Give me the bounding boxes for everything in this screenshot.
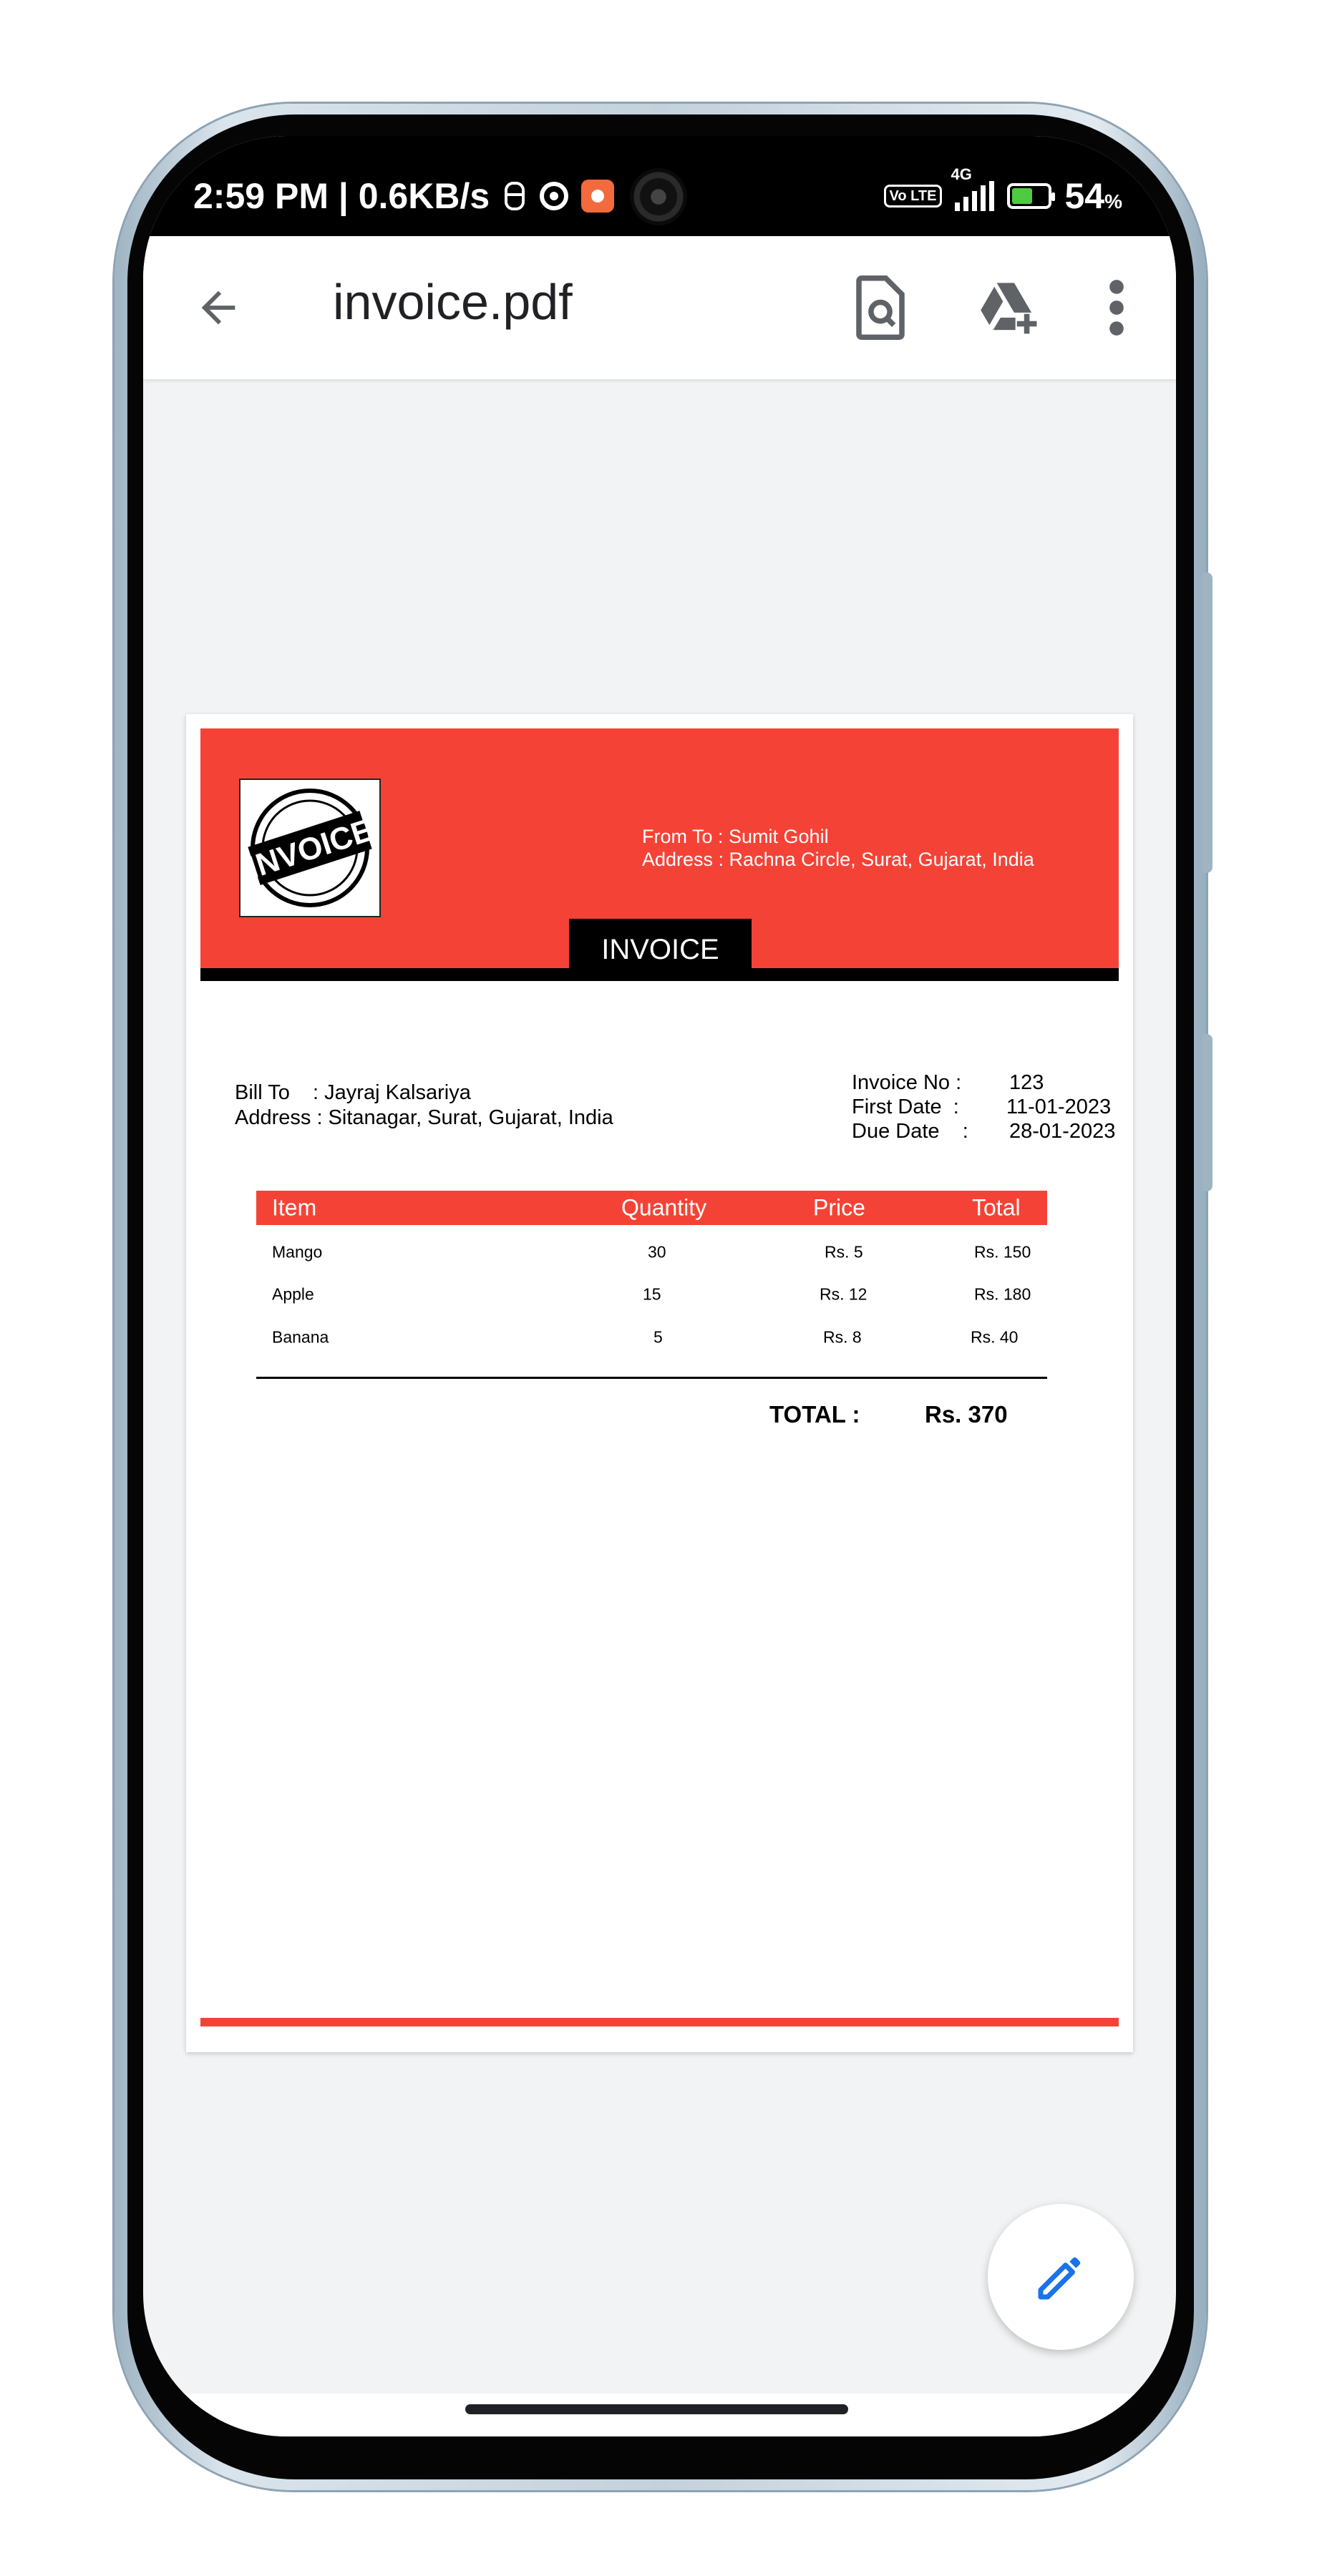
- page-title: invoice.pdf: [333, 274, 573, 330]
- add-to-drive-icon: [981, 283, 1037, 334]
- app-bar: invoice.pdf: [143, 236, 1176, 379]
- column-header: Price: [813, 1194, 865, 1221]
- bill-to-block: Bill To : Jayraj Kalsariya Address : Sit…: [235, 1080, 613, 1131]
- table-divider: [256, 1377, 1047, 1379]
- more-vert-icon: [1109, 280, 1124, 336]
- cell-total: Rs. 40: [971, 1327, 1019, 1347]
- footer-bar: [200, 2018, 1119, 2026]
- invoice-heading: INVOICE: [569, 919, 752, 980]
- front-camera: [630, 168, 687, 225]
- back-button[interactable]: [186, 275, 251, 340]
- invoice-meta: Invoice No : 123 First Date : 11-01-2023…: [852, 1070, 1115, 1143]
- cell-total: Rs. 150: [974, 1242, 1031, 1262]
- cell-quantity: 15: [643, 1284, 661, 1304]
- network-type: 4G: [951, 165, 972, 183]
- meta-row: First Date : 11-01-2023: [852, 1095, 1115, 1119]
- bill-to-name: Bill To : Jayraj Kalsariya: [235, 1081, 471, 1104]
- edit-pencil-icon: [1038, 2257, 1081, 2300]
- meta-value: 28-01-2023: [1009, 1120, 1116, 1143]
- power-button: [1202, 1034, 1212, 1191]
- table-row: Banana 5 Rs. 8 Rs. 40: [256, 1319, 1047, 1355]
- notification-icon: [502, 180, 527, 212]
- cell-quantity: 30: [648, 1242, 666, 1262]
- volte-icon: Vo LTE: [883, 185, 943, 208]
- cell-item: Mango: [272, 1242, 323, 1262]
- from-block: From To : Sumit Gohil Address : Rachna C…: [642, 825, 1034, 871]
- meta-row: Due Date : 28-01-2023: [852, 1119, 1115, 1143]
- bill-to-address: Address : Sitanagar, Surat, Gujarat, Ind…: [235, 1106, 613, 1129]
- app-notification-icon: [581, 180, 615, 213]
- chrome-icon: [540, 182, 569, 210]
- column-header: Total: [972, 1194, 1021, 1221]
- cell-price: Rs. 5: [825, 1242, 863, 1262]
- cell-total: Rs. 180: [974, 1284, 1031, 1304]
- column-header: Item: [272, 1194, 317, 1221]
- column-header: Quantity: [621, 1194, 707, 1221]
- status-bar: 2:59 PM | 0.6KB/s Vo LTE 4G 54%: [143, 136, 1176, 236]
- status-time-speed: 2:59 PM | 0.6KB/s: [193, 176, 490, 216]
- battery-percent: 54: [1064, 176, 1105, 216]
- battery-icon: [1007, 183, 1056, 209]
- screen: 2:59 PM | 0.6KB/s Vo LTE 4G 54% invoice.…: [143, 136, 1176, 2436]
- volume-button: [1202, 572, 1212, 873]
- invoice-logo: INVOICE: [239, 779, 381, 917]
- meta-row: Invoice No : 123: [852, 1070, 1115, 1095]
- find-in-page-icon: [856, 275, 905, 340]
- invoice-stamp-graphic: INVOICE: [246, 789, 374, 907]
- meta-label: First Date :: [852, 1096, 959, 1118]
- find-in-page-button[interactable]: [845, 272, 916, 343]
- meta-value: 11-01-2023: [1006, 1096, 1112, 1118]
- navigation-bar: [143, 2394, 1176, 2436]
- meta-label: Invoice No :: [852, 1071, 962, 1094]
- from-address: Address : Rachna Circle, Surat, Gujarat,…: [642, 849, 1034, 870]
- cell-item: Banana: [272, 1327, 329, 1347]
- pdf-page: INVOICE From To : Sumit Gohil Address : …: [186, 714, 1133, 2052]
- from-name: From To : Sumit Gohil: [642, 826, 829, 847]
- edit-fab-button[interactable]: [988, 2204, 1134, 2350]
- cell-quantity: 5: [653, 1327, 663, 1347]
- signal-icon: 4G: [951, 165, 995, 211]
- table-row: Apple 15 Rs. 12 Rs. 180: [256, 1277, 1047, 1312]
- cell-price: Rs. 12: [820, 1284, 868, 1304]
- cell-price: Rs. 8: [823, 1327, 862, 1347]
- table-header: Item Quantity Price Total: [256, 1191, 1047, 1225]
- meta-label: Due Date :: [852, 1120, 968, 1143]
- battery-unit: %: [1104, 190, 1122, 213]
- more-options-button[interactable]: [1081, 272, 1152, 343]
- status-right: Vo LTE 4G 54%: [883, 165, 1122, 217]
- add-to-drive-button[interactable]: [973, 272, 1045, 343]
- total-label: TOTAL :: [769, 1401, 860, 1428]
- cell-item: Apple: [272, 1284, 314, 1304]
- table-row: Mango 30 Rs. 5 Rs. 150: [256, 1234, 1047, 1270]
- meta-value: 123: [1009, 1071, 1044, 1094]
- total-value: Rs. 370: [925, 1401, 1008, 1428]
- status-left: 2:59 PM | 0.6KB/s: [193, 175, 615, 217]
- home-gesture-pill[interactable]: [465, 2404, 848, 2414]
- battery-level: 54%: [1064, 175, 1122, 217]
- back-arrow-icon: [201, 291, 235, 325]
